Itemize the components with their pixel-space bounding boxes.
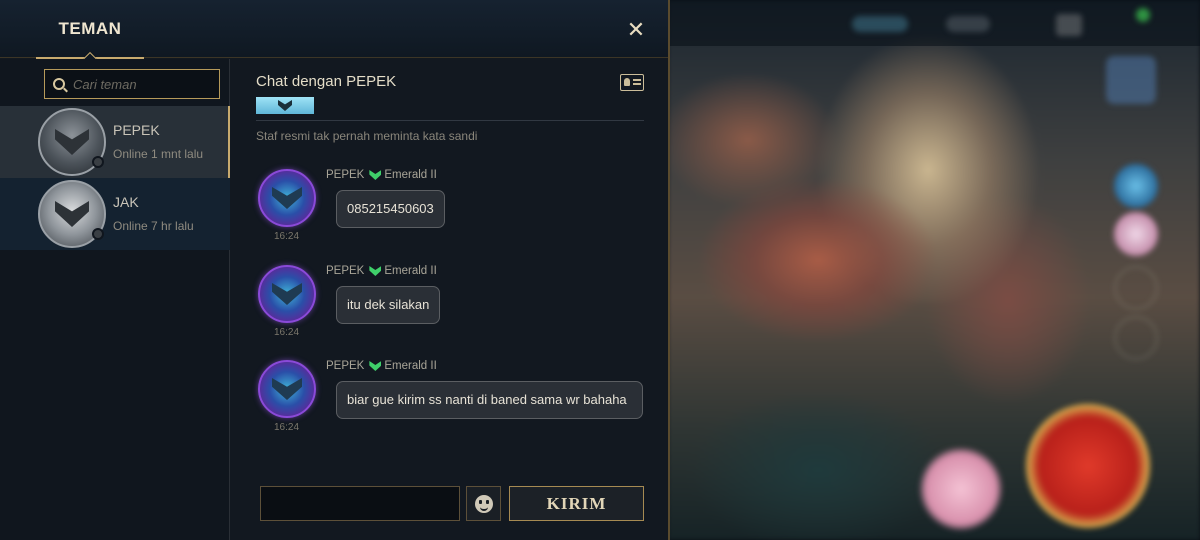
staff-note: Staf resmi tak pernah meminta kata sandi	[256, 129, 478, 143]
friend-status: Online 7 hr lalu	[113, 219, 194, 233]
sender-rank: Emerald II	[384, 265, 437, 277]
avatar	[258, 265, 316, 323]
message-bubble: itu dek silakan	[336, 286, 441, 324]
network-status-icon	[1136, 8, 1150, 22]
panel-header: TEMAN ✕	[0, 0, 668, 67]
rank-emblem-icon	[272, 283, 302, 305]
profile-icon	[1106, 56, 1156, 104]
sender-name: PEPEK	[326, 265, 365, 277]
emoji-icon	[474, 494, 493, 513]
close-icon: ✕	[626, 17, 646, 42]
rank-emblem-icon	[272, 187, 302, 209]
chat-title: Chat dengan PEPEK	[256, 73, 397, 90]
status-dot	[92, 228, 104, 240]
emerald-rank-icon	[369, 170, 382, 180]
friend-name: JAK	[113, 194, 139, 210]
divider	[256, 120, 644, 121]
currency-indicator-icon	[852, 16, 908, 32]
side-button-icon	[1114, 316, 1158, 360]
rank-emblem-icon	[55, 201, 89, 227]
message-time: 16:24	[274, 231, 300, 242]
rank-banner	[256, 97, 314, 114]
profile-card-icon[interactable]	[620, 74, 644, 91]
message-sender: PEPEK Emerald II	[326, 265, 437, 277]
friend-item-jak[interactable]: JAK Online 7 hr lalu	[0, 178, 230, 250]
friend-item-pepek[interactable]: PEPEK Online 1 mnt lalu	[0, 106, 230, 178]
rank-banner-icon	[278, 100, 292, 111]
friend-status: Online 1 mnt lalu	[113, 147, 204, 161]
close-button[interactable]: ✕	[622, 16, 650, 44]
menu-icon	[1056, 14, 1082, 36]
emerald-rank-icon	[369, 266, 382, 276]
side-button-icon	[1114, 212, 1158, 256]
status-dot	[92, 156, 104, 168]
friend-name: PEPEK	[113, 122, 160, 138]
friends-list: PEPEK Online 1 mnt lalu JAK Online 7 hr …	[0, 59, 230, 540]
send-button[interactable]: KIRIM	[509, 486, 644, 521]
tab-teman-label: TEMAN	[58, 19, 122, 38]
search-box[interactable]	[44, 69, 220, 99]
emerald-rank-icon	[369, 361, 382, 371]
play-button	[1026, 404, 1150, 528]
search-input[interactable]	[73, 76, 213, 92]
tab-teman[interactable]: TEMAN	[36, 0, 144, 67]
search-icon	[53, 78, 65, 90]
message-sender: PEPEK Emerald II	[326, 360, 437, 372]
chat-message: 16:24 PEPEK Emerald II biar gue kirim ss…	[231, 358, 668, 438]
message-bubble: 085215450603	[336, 190, 445, 228]
sender-rank: Emerald II	[384, 169, 437, 181]
emoji-button[interactable]	[466, 486, 501, 521]
currency-indicator-icon	[946, 16, 990, 32]
sender-name: PEPEK	[326, 360, 365, 372]
message-bubble: biar gue kirim ss nanti di baned sama wr…	[336, 381, 643, 419]
side-button-icon	[1114, 164, 1158, 208]
friends-panel: TEMAN ✕ PEPEK Online 1 mnt lalu JAK Onli…	[0, 0, 670, 540]
message-time: 16:24	[274, 422, 300, 433]
message-time: 16:24	[274, 327, 300, 338]
game-topbar	[668, 0, 1200, 46]
avatar	[258, 169, 316, 227]
chat-input[interactable]	[260, 486, 460, 521]
chat-message: 16:24 PEPEK Emerald II itu dek silakan	[231, 263, 668, 343]
chat-area: Chat dengan PEPEK Staf resmi tak pernah …	[231, 59, 668, 540]
rank-emblem-icon	[55, 129, 89, 155]
mascot-icon	[920, 448, 1002, 530]
rank-emblem-icon	[272, 378, 302, 400]
message-sender: PEPEK Emerald II	[326, 169, 437, 181]
avatar	[258, 360, 316, 418]
sender-rank: Emerald II	[384, 360, 437, 372]
side-button-icon	[1114, 266, 1158, 310]
sender-name: PEPEK	[326, 169, 365, 181]
chat-message: 16:24 PEPEK Emerald II 085215450603	[231, 167, 668, 247]
